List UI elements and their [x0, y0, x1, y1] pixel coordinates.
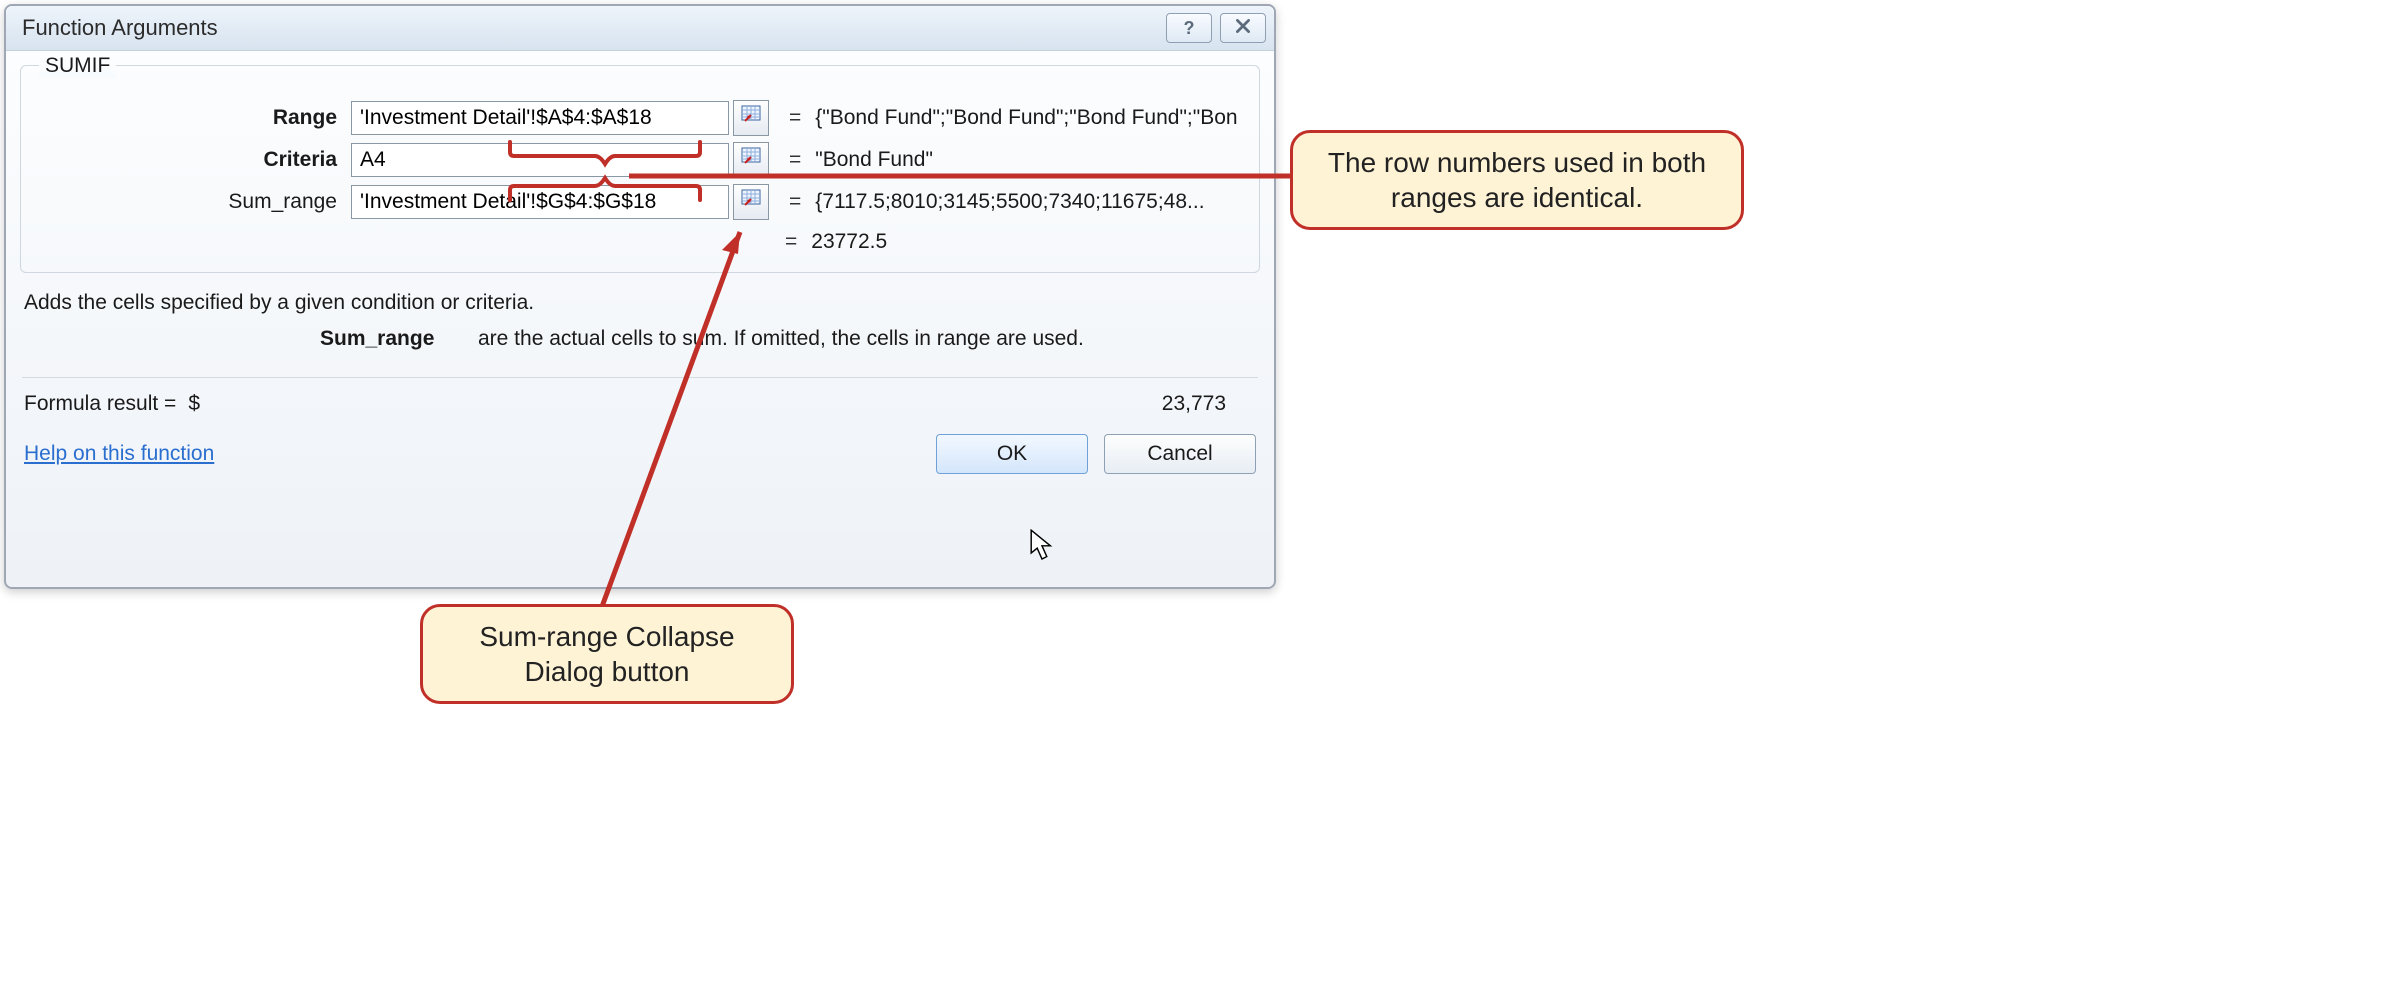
function-name: SUMIF: [39, 54, 116, 78]
sumrange-input[interactable]: [351, 185, 729, 219]
ok-button-label: OK: [997, 442, 1027, 466]
close-button[interactable]: [1220, 13, 1266, 43]
formula-result-currency: $: [188, 392, 200, 416]
equals-sign: =: [789, 148, 801, 172]
range-preview: {"Bond Fund";"Bond Fund";"Bond Fund";"Bo…: [815, 106, 1237, 130]
function-description: Adds the cells specified by a given cond…: [24, 291, 1256, 315]
overall-result: = 23772.5: [785, 230, 1243, 254]
function-arguments-dialog: Function Arguments ? SUMIF Range: [4, 4, 1276, 589]
collapse-dialog-icon: [741, 147, 761, 173]
formula-result-label: Formula result =: [24, 392, 176, 416]
arg-row-range: Range = {"Bond Fund";"Bond Fund";"Bond F…: [37, 100, 1243, 136]
separator: [22, 377, 1258, 378]
arg-label-sumrange: Sum_range: [37, 190, 351, 214]
argument-group: SUMIF Range = {"Bond Fund";"Bond Fund";"…: [20, 65, 1260, 273]
ok-button[interactable]: OK: [936, 434, 1088, 474]
callout-identical-rows: The row numbers used in both ranges are …: [1290, 130, 1744, 230]
cancel-button-label: Cancel: [1147, 442, 1212, 466]
overall-result-value: 23772.5: [811, 230, 887, 254]
equals-sign: =: [789, 106, 801, 130]
equals-sign: =: [785, 230, 797, 254]
titlebar[interactable]: Function Arguments ?: [6, 6, 1274, 51]
sumrange-preview: {7117.5;8010;3145;5500;7340;11675;48...: [815, 190, 1204, 214]
equals-sign: =: [789, 190, 801, 214]
criteria-preview: "Bond Fund": [815, 148, 933, 172]
help-link[interactable]: Help on this function: [24, 442, 214, 466]
help-button[interactable]: ?: [1166, 13, 1212, 43]
criteria-collapse-button[interactable]: [733, 142, 769, 178]
cancel-button[interactable]: Cancel: [1104, 434, 1256, 474]
arg-row-criteria: Criteria = "Bond Fund": [37, 142, 1243, 178]
argument-detail: Sum_range are the actual cells to sum. I…: [320, 327, 1260, 351]
arg-row-sumrange: Sum_range = {7117.5;8010;3145;5500;7340;…: [37, 184, 1243, 220]
callout-collapse-button: Sum-range Collapse Dialog button: [420, 604, 794, 704]
arg-label-range: Range: [37, 106, 351, 130]
formula-result-row: Formula result = $ 23,773: [24, 392, 1256, 416]
collapse-dialog-icon: [741, 189, 761, 215]
close-icon: [1234, 17, 1252, 40]
criteria-input[interactable]: [351, 143, 729, 177]
range-collapse-button[interactable]: [733, 100, 769, 136]
range-input[interactable]: [351, 101, 729, 135]
argument-detail-name: Sum_range: [320, 327, 478, 351]
formula-result-value: 23,773: [1162, 392, 1226, 416]
argument-detail-text: are the actual cells to sum. If omitted,…: [478, 327, 1084, 351]
sumrange-collapse-button[interactable]: [733, 184, 769, 220]
collapse-dialog-icon: [741, 105, 761, 131]
arg-label-criteria: Criteria: [37, 148, 351, 172]
help-icon: ?: [1184, 18, 1195, 39]
dialog-title: Function Arguments: [22, 15, 1166, 41]
